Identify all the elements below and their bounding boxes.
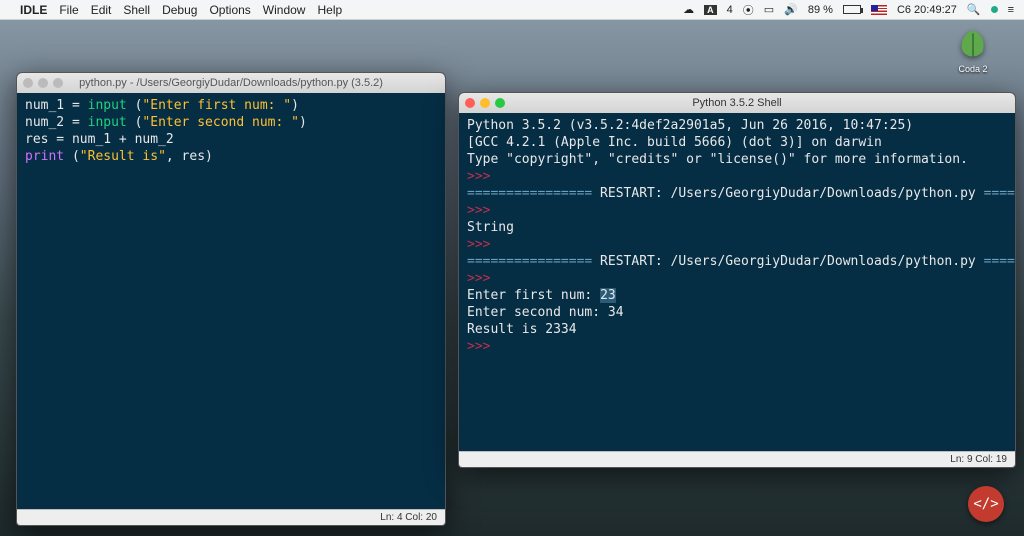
code-token: ( bbox=[64, 149, 80, 164]
leaf-icon bbox=[954, 28, 992, 62]
shell-prompt: >>> bbox=[467, 339, 490, 354]
cloud-icon[interactable]: ☁ bbox=[683, 3, 694, 16]
menu-edit[interactable]: Edit bbox=[91, 3, 112, 17]
editor-title: python.py - /Users/GeorgiyDudar/Download… bbox=[17, 77, 445, 89]
clock[interactable]: C6 20:49:27 bbox=[897, 4, 957, 16]
shell-prompt: >>> bbox=[467, 271, 490, 286]
shell-line: Result is 2334 bbox=[467, 322, 577, 337]
code-token: "Enter second num: " bbox=[142, 115, 299, 130]
shell-window[interactable]: Python 3.5.2 Shell Python 3.5.2 (v3.5.2:… bbox=[458, 92, 1016, 468]
shell-statusbar: Ln: 9 Col: 19 bbox=[459, 451, 1015, 467]
shell-prompt: >>> bbox=[467, 203, 490, 218]
zoom-icon[interactable] bbox=[53, 78, 63, 88]
shell-line: Enter second num: bbox=[467, 305, 608, 320]
shell-sep: ================ bbox=[467, 186, 592, 201]
desktop-app-label: Coda 2 bbox=[958, 64, 987, 74]
shell-titlebar[interactable]: Python 3.5.2 Shell bbox=[459, 93, 1015, 113]
code-token: num_2 bbox=[25, 115, 64, 130]
shell-cursor-pos: Ln: 9 Col: 19 bbox=[950, 454, 1007, 465]
code-token: num_1 bbox=[25, 98, 64, 113]
shell-title: Python 3.5.2 Shell bbox=[459, 97, 1015, 109]
code-token: = bbox=[64, 115, 87, 130]
adobe-icon[interactable]: A bbox=[704, 5, 717, 15]
minimize-icon[interactable] bbox=[480, 98, 490, 108]
editor-window[interactable]: python.py - /Users/GeorgiyDudar/Download… bbox=[16, 72, 446, 526]
editor-titlebar[interactable]: python.py - /Users/GeorgiyDudar/Download… bbox=[17, 73, 445, 93]
code-token: ( bbox=[127, 98, 143, 113]
menu-debug[interactable]: Debug bbox=[162, 3, 197, 17]
notification-icon[interactable]: ≡ bbox=[1008, 4, 1014, 16]
code-token: ( bbox=[127, 115, 143, 130]
adobe-count: 4 bbox=[727, 4, 733, 16]
wifi-icon[interactable]: ⦿ bbox=[743, 2, 754, 18]
code-token: "Enter first num: " bbox=[142, 98, 291, 113]
shell-content[interactable]: Python 3.5.2 (v3.5.2:4def2a2901a5, Jun 2… bbox=[459, 113, 1015, 451]
code-badge-label: </> bbox=[973, 496, 998, 512]
spotlight-icon[interactable]: 🔍 bbox=[967, 3, 981, 16]
shell-line: Enter first num: bbox=[467, 288, 600, 303]
menubar: IDLE File Edit Shell Debug Options Windo… bbox=[0, 0, 1024, 20]
shell-restart: RESTART: /Users/GeorgiyDudar/Downloads/p… bbox=[592, 254, 983, 269]
editor-content[interactable]: num_1 = input ("Enter first num: ") num_… bbox=[17, 93, 445, 509]
code-token: "Result is" bbox=[80, 149, 166, 164]
shell-line: String bbox=[467, 220, 514, 235]
user-icon[interactable] bbox=[991, 6, 998, 13]
code-token: input bbox=[88, 115, 127, 130]
battery-icon[interactable] bbox=[843, 5, 861, 14]
editor-statusbar: Ln: 4 Col: 20 bbox=[17, 509, 445, 525]
close-icon[interactable] bbox=[465, 98, 475, 108]
shell-line: [GCC 4.2.1 (Apple Inc. build 5666) (dot … bbox=[467, 135, 882, 150]
volume-icon[interactable]: 🔊 bbox=[784, 3, 798, 16]
code-token: ) bbox=[299, 115, 307, 130]
shell-input-value: 23 bbox=[600, 288, 616, 303]
app-name[interactable]: IDLE bbox=[20, 3, 47, 17]
code-token: , res) bbox=[166, 149, 213, 164]
menu-help[interactable]: Help bbox=[317, 3, 342, 17]
shell-prompt: >>> bbox=[467, 237, 490, 252]
code-token: print bbox=[25, 149, 64, 164]
desktop-app-coda[interactable]: Coda 2 bbox=[950, 28, 996, 74]
menu-options[interactable]: Options bbox=[209, 3, 250, 17]
close-icon[interactable] bbox=[23, 78, 33, 88]
menu-file[interactable]: File bbox=[59, 3, 78, 17]
editor-cursor-pos: Ln: 4 Col: 20 bbox=[380, 512, 437, 523]
code-token: ) bbox=[291, 98, 299, 113]
menu-shell[interactable]: Shell bbox=[123, 3, 150, 17]
code-token: = bbox=[64, 98, 87, 113]
code-token: res = num_1 + num_2 bbox=[25, 132, 174, 147]
shell-line: Type "copyright", "credits" or "license(… bbox=[467, 152, 968, 167]
flag-icon[interactable] bbox=[871, 5, 887, 15]
menu-window[interactable]: Window bbox=[263, 3, 306, 17]
shell-input-value: 34 bbox=[608, 305, 624, 320]
zoom-icon[interactable] bbox=[495, 98, 505, 108]
display-icon[interactable]: ▭ bbox=[764, 3, 774, 16]
shell-prompt: >>> bbox=[467, 169, 490, 184]
minimize-icon[interactable] bbox=[38, 78, 48, 88]
shell-sep: ================ bbox=[984, 186, 1015, 201]
shell-sep: ================ bbox=[467, 254, 592, 269]
battery-text: 89 % bbox=[808, 4, 833, 16]
shell-sep: ================ bbox=[984, 254, 1015, 269]
shell-restart: RESTART: /Users/GeorgiyDudar/Downloads/p… bbox=[592, 186, 983, 201]
code-badge-icon[interactable]: </> bbox=[968, 486, 1004, 522]
shell-line: Python 3.5.2 (v3.5.2:4def2a2901a5, Jun 2… bbox=[467, 118, 913, 133]
code-token: input bbox=[88, 98, 127, 113]
